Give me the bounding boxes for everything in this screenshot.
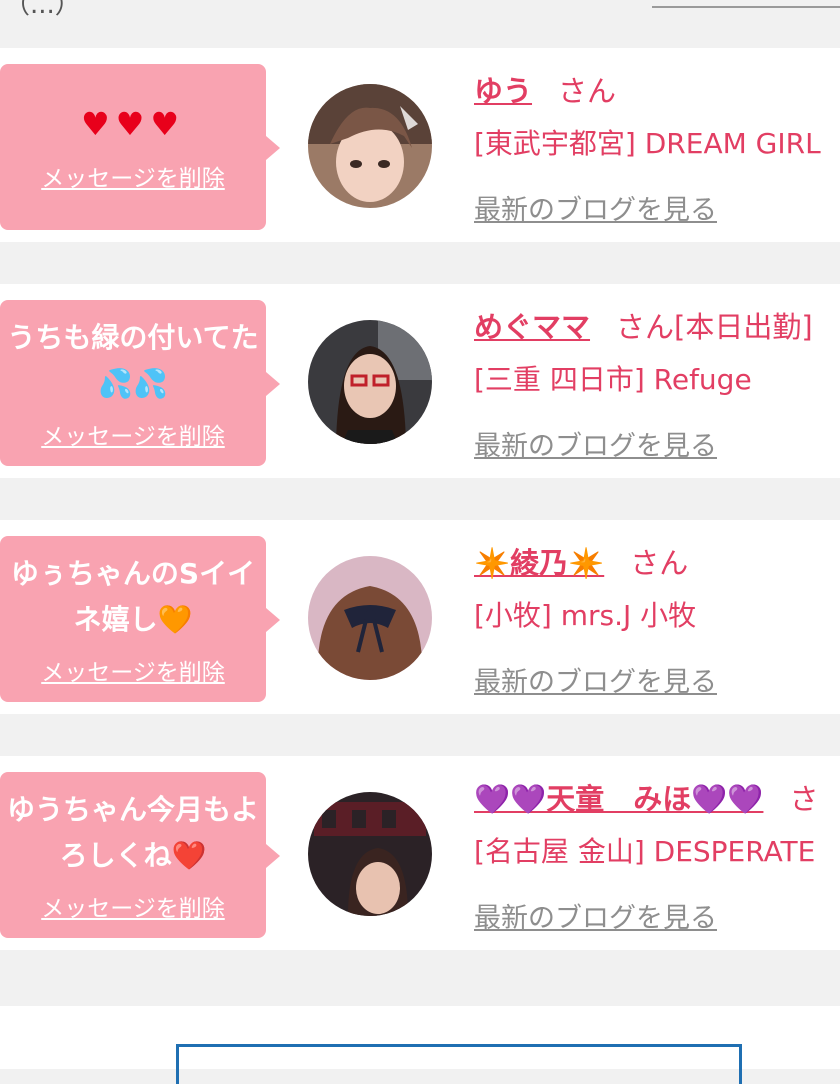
message-text: ♥♥♥ [7, 101, 259, 149]
shop-name: [三重 四日市] Refuge [474, 363, 752, 396]
message-text: ゆうちゃん今月もよろしくね❤️ [7, 793, 260, 872]
header-partial-text: （...） [4, 0, 81, 20]
honorific: さ [789, 782, 819, 816]
avatar[interactable] [308, 556, 432, 680]
top-bar: （...） [0, 0, 840, 48]
avatar[interactable] [308, 84, 432, 208]
message-bubble: ゆうちゃん今月もよろしくね❤️ メッセージを削除 [0, 772, 280, 938]
message-card: ♥♥♥ メッセージを削除 ゆう さん [東武宇都宮] DREAM GIRL 最新の… [0, 48, 840, 242]
profile-info: 💜💜天童 みほ💜💜 さ [名古屋 金山] DESPERATE 最新のブログを見る [474, 756, 840, 950]
shop-name: [東武宇都宮] DREAM GIRL [474, 127, 821, 160]
profile-name-link[interactable]: 💜💜天童 みほ💜💜 [474, 782, 763, 816]
latest-blog-link[interactable]: 最新のブログを見る [474, 424, 717, 463]
name-line: 💜💜天童 みほ💜💜 さ [474, 776, 818, 820]
honorific: さん [558, 74, 617, 108]
honorific: さん [616, 310, 675, 344]
message-text: うちも緑の付いてた💦💦 [7, 321, 259, 400]
message-card: ゆうちゃん今月もよろしくね❤️ メッセージを削除 💜💜天童 みほ💜💜 さ [名古屋… [0, 756, 840, 950]
delete-message-link[interactable]: メッセージを削除 [41, 653, 225, 687]
message-bubble: うちも緑の付いてた💦💦 メッセージを削除 [0, 300, 280, 466]
profile-info: めぐママ さん[本日出勤] [三重 四日市] Refuge 最新のブログを見る [474, 284, 840, 478]
shop-name: [小牧] mrs.J 小牧 [474, 599, 697, 632]
latest-blog-link[interactable]: 最新のブログを見る [474, 660, 717, 699]
shop-name: [名古屋 金山] DESPERATE [474, 835, 816, 868]
name-line: めぐママ さん[本日出勤] [474, 304, 813, 348]
status-text: [本日出勤] [674, 310, 813, 344]
heart-icons: ♥♥♥ [81, 105, 185, 143]
profile-name-link[interactable]: めぐママ [474, 310, 590, 344]
heart-icon: ♥ [115, 105, 151, 143]
avatar[interactable] [308, 792, 432, 916]
latest-blog-link[interactable]: 最新のブログを見る [474, 188, 717, 227]
delete-message-link[interactable]: メッセージを削除 [41, 159, 225, 193]
profile-info: ゆう さん [東武宇都宮] DREAM GIRL 最新のブログを見る [474, 48, 840, 242]
delete-message-link[interactable]: メッセージを削除 [41, 889, 225, 923]
heart-icon: ♥ [150, 105, 186, 143]
message-text: ゆぅちゃんのSイイネ嬉し🧡 [10, 557, 256, 636]
bottom-section [0, 1006, 840, 1084]
profile-name-link[interactable]: ✴️綾乃✴️ [474, 546, 604, 580]
delete-message-link[interactable]: メッセージを削除 [41, 417, 225, 451]
honorific: さん [630, 546, 689, 580]
profile-name-link[interactable]: ゆう [474, 74, 532, 108]
message-bubble: ゆぅちゃんのSイイネ嬉し🧡 メッセージを削除 [0, 536, 280, 702]
name-line: ✴️綾乃✴️ さん [474, 540, 688, 584]
header-partial-link[interactable] [652, 0, 840, 8]
heart-icon: ♥ [80, 105, 116, 143]
avatar[interactable] [308, 320, 432, 444]
message-card: うちも緑の付いてた💦💦 メッセージを削除 めぐママ さん[本日出勤] [三重 四日… [0, 284, 840, 478]
bottom-button[interactable] [176, 1044, 742, 1084]
profile-info: ✴️綾乃✴️ さん [小牧] mrs.J 小牧 最新のブログを見る [474, 520, 840, 714]
message-card: ゆぅちゃんのSイイネ嬉し🧡 メッセージを削除 ✴️綾乃✴️ さん [小牧] mrs… [0, 520, 840, 714]
latest-blog-link[interactable]: 最新のブログを見る [474, 896, 717, 935]
name-line: ゆう さん [474, 68, 616, 112]
message-bubble: ♥♥♥ メッセージを削除 [0, 64, 280, 230]
